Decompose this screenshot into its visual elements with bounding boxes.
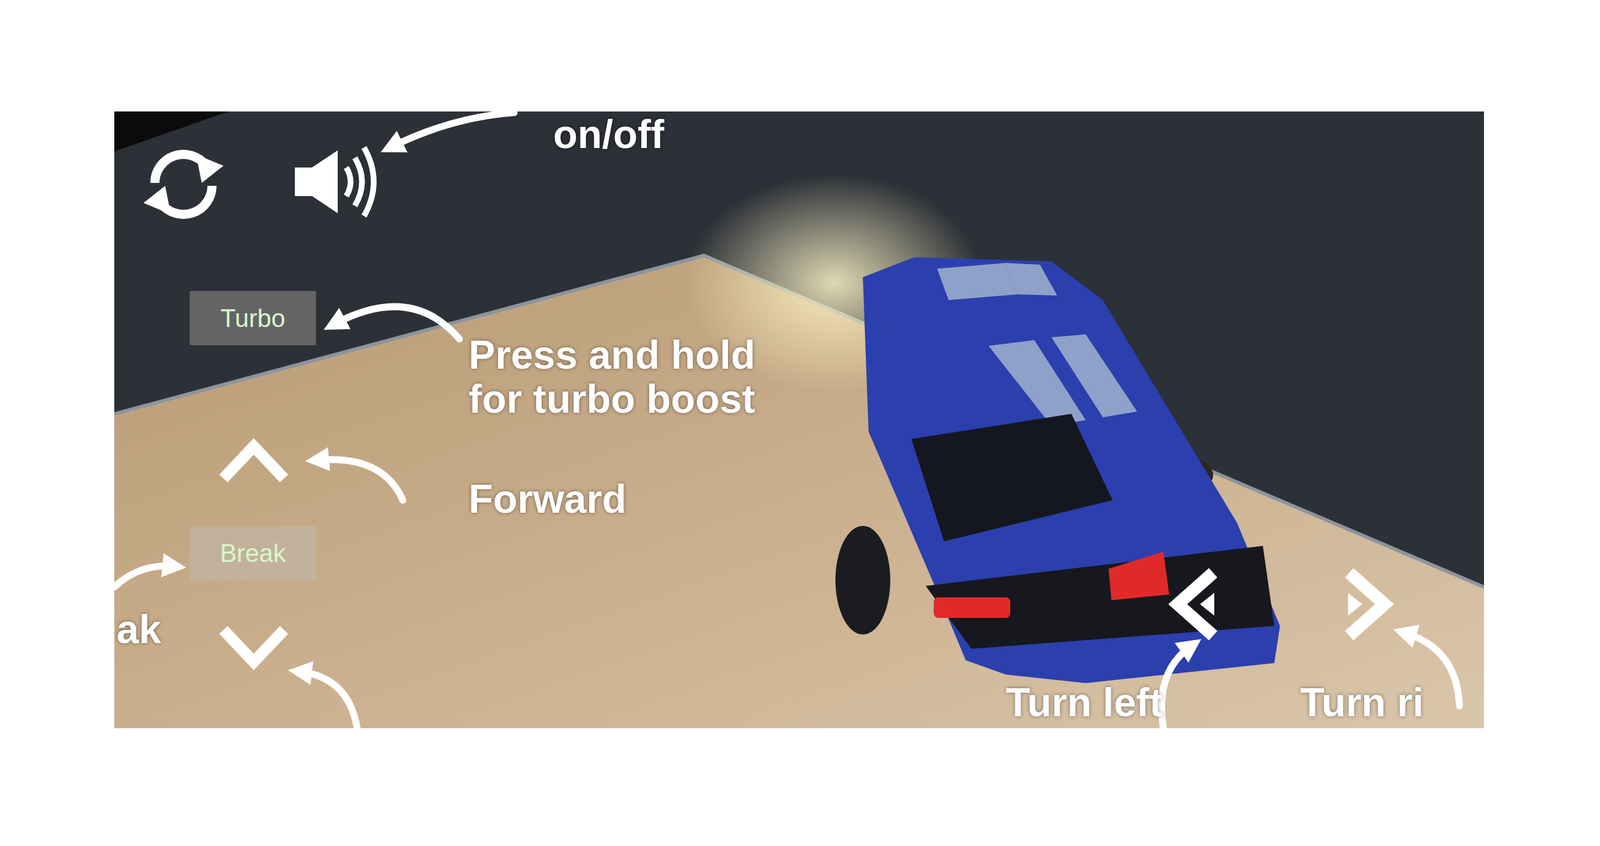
pointer-arrow	[114, 565, 175, 587]
game-scene	[114, 111, 1484, 728]
rear-window	[911, 413, 1113, 542]
hint-label: Turn left	[1005, 680, 1163, 725]
turn-left-icon[interactable]	[1168, 566, 1220, 642]
pointer-arrow	[300, 671, 358, 728]
forward-icon[interactable]	[216, 437, 291, 486]
pointer-arrow	[334, 306, 460, 339]
car	[835, 257, 1280, 683]
pointer-arrow	[391, 112, 515, 147]
restart-icon[interactable]	[137, 142, 230, 226]
brake-button[interactable]: Break	[189, 525, 316, 580]
hint-label: Turn ri	[1300, 680, 1424, 725]
pointer-arrow	[1161, 645, 1192, 728]
turn-right-icon[interactable]	[1342, 566, 1394, 642]
game-screen: Turbo Break on/off Press and holdfor turbo …	[114, 111, 1484, 728]
turbo-button[interactable]: Turbo	[189, 290, 316, 346]
page: Turbo Break on/off Press and holdfor turbo …	[0, 0, 1600, 846]
wall	[114, 111, 1484, 728]
tail-light	[933, 597, 1011, 618]
tail-light	[1108, 551, 1170, 600]
hint-label: on/off	[553, 112, 664, 157]
car-wheel	[835, 525, 891, 635]
pointer-arrow	[317, 459, 403, 500]
speaker-icon[interactable]	[292, 141, 378, 222]
arrow-layer	[114, 111, 1484, 728]
reverse-icon[interactable]	[216, 622, 291, 671]
hint-label: ak	[116, 607, 162, 652]
hint-label: Press and holdfor turbo boost	[468, 333, 756, 422]
hint-label: Forward	[468, 477, 627, 522]
